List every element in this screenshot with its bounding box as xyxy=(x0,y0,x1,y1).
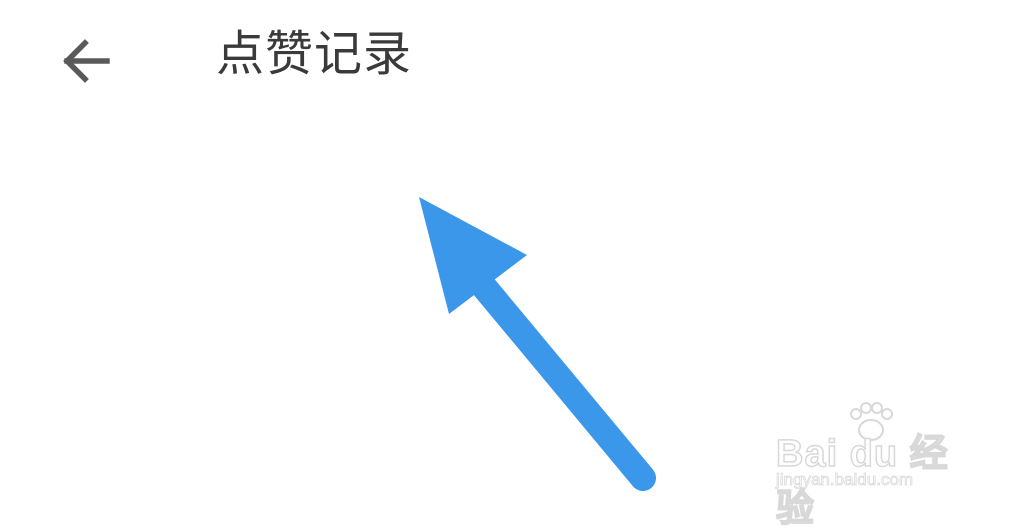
arrow-left-icon xyxy=(63,39,110,83)
watermark: Bai du 经验 jingyan.baidu.com xyxy=(768,400,978,531)
watermark-url: jingyan.baidu.com xyxy=(776,470,914,490)
page-title: 点赞记录 xyxy=(216,26,413,82)
back-button[interactable] xyxy=(50,26,120,96)
app-header: 点赞记录 xyxy=(0,0,1009,120)
